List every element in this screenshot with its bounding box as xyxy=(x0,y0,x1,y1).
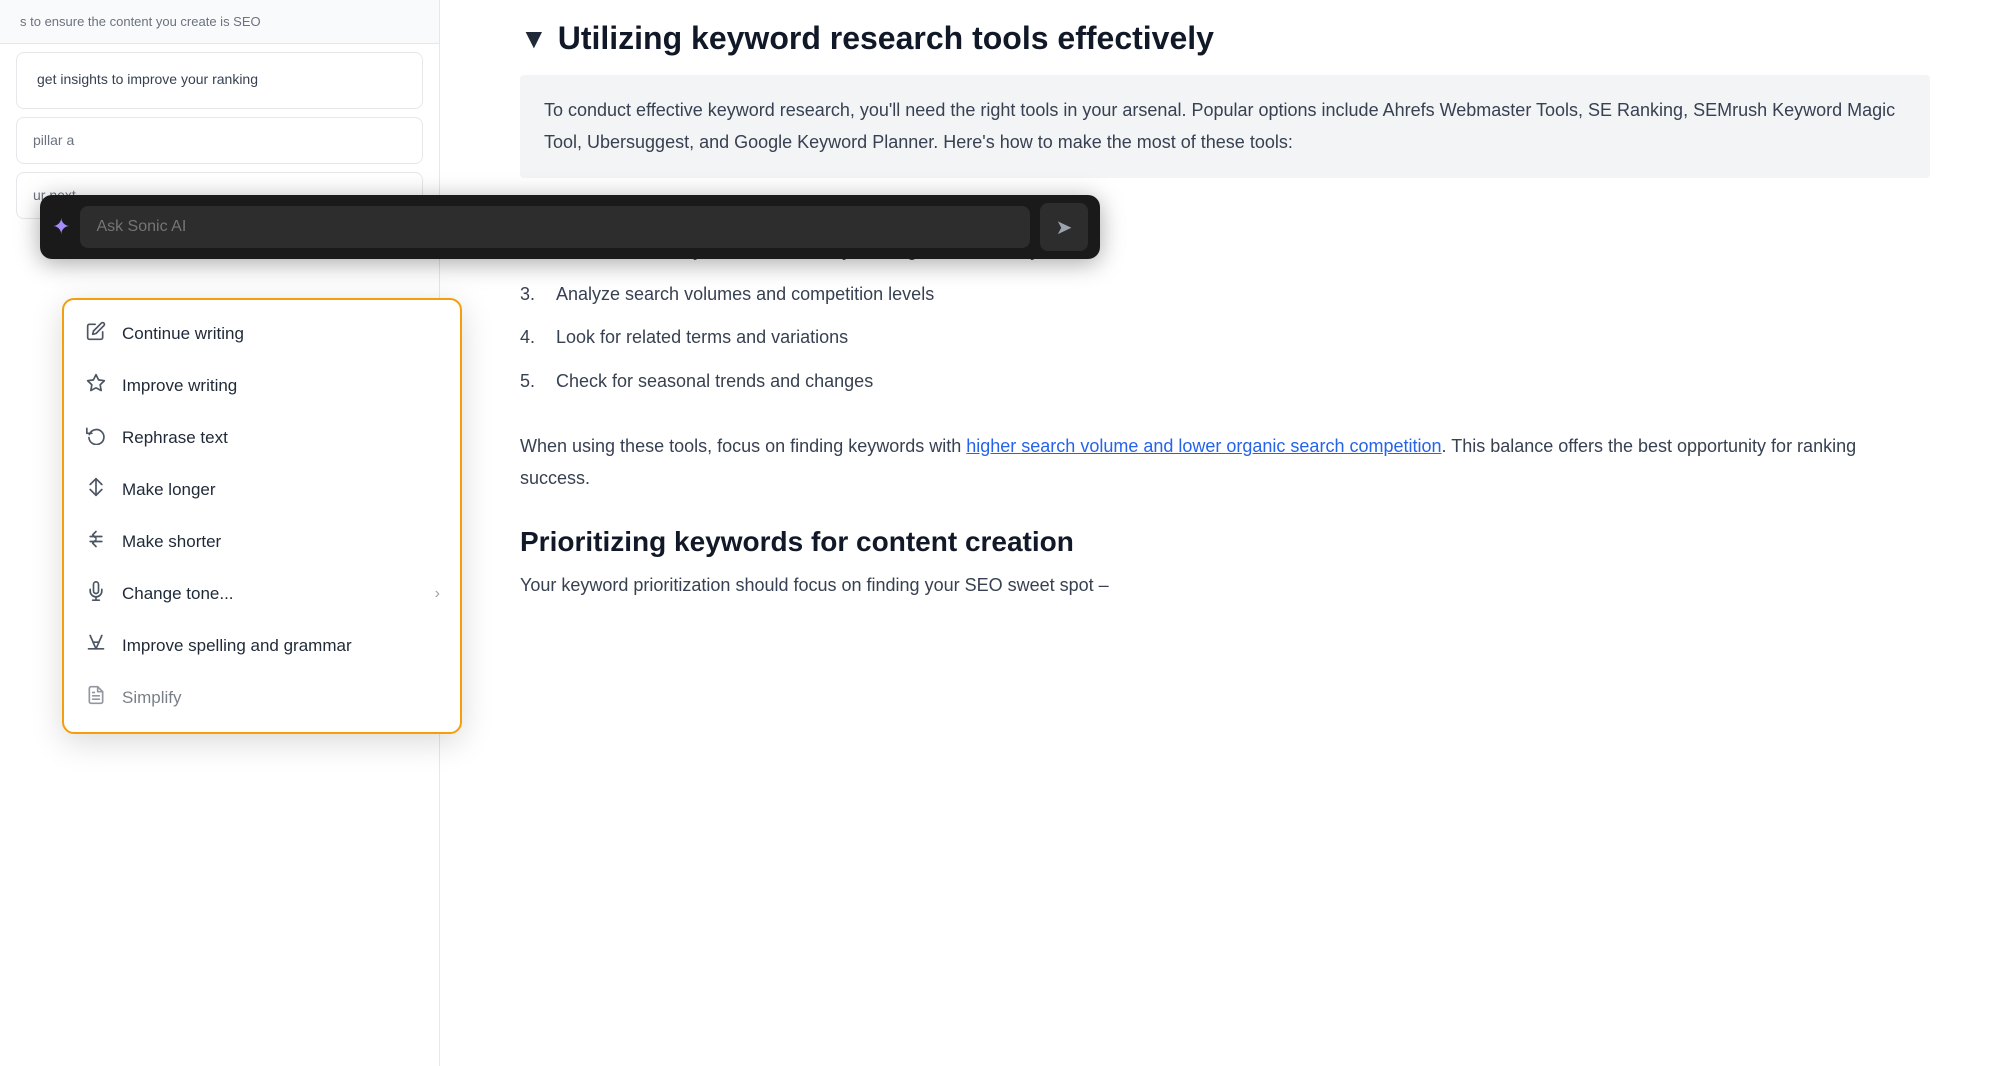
make-shorter-label: Make shorter xyxy=(122,532,440,552)
ai-dropdown-menu: Continue writing Improve writing Rephras… xyxy=(62,298,462,734)
dropdown-item-continue-writing[interactable]: Continue writing xyxy=(64,308,460,360)
sidebar-top-text: s to ensure the content you create is SE… xyxy=(20,14,261,29)
dropdown-item-improve-writing[interactable]: Improve writing xyxy=(64,360,460,412)
intro-paragraph: To conduct effective keyword research, y… xyxy=(520,75,1930,178)
section2-intro: Your keyword prioritization should focus… xyxy=(520,570,1930,602)
main-heading: ▼ Utilizing keyword research tools effec… xyxy=(520,20,1930,57)
sidebar-insights-card: get insights to improve your ranking xyxy=(16,52,423,109)
dropdown-item-improve-spelling[interactable]: Improve spelling and grammar xyxy=(64,620,460,672)
dropdown-item-rephrase-text[interactable]: Rephrase text xyxy=(64,412,460,464)
pencil-icon xyxy=(84,321,108,347)
list-item: 4. Look for related terms and variations xyxy=(520,316,1930,360)
list-item: 3. Analyze search volumes and competitio… xyxy=(520,273,1930,317)
sidebar-top-card: s to ensure the content you create is SE… xyxy=(0,0,439,44)
continue-writing-label: Continue writing xyxy=(122,324,440,344)
chevron-right-icon: › xyxy=(435,585,440,603)
lower-para-before-link: When using these tools, focus on finding… xyxy=(520,436,966,456)
dropdown-item-simplify[interactable]: Simplify xyxy=(64,672,460,724)
sidebar-pillar-text: pillar a xyxy=(33,132,74,148)
make-longer-icon xyxy=(84,477,108,503)
make-longer-label: Make longer xyxy=(122,480,440,500)
main-content-area: ▼ Utilizing keyword research tools effec… xyxy=(440,0,1990,1066)
dropdown-item-change-tone[interactable]: Change tone... › xyxy=(64,568,460,620)
sidebar-insights-text: get insights to improve your ranking xyxy=(37,71,258,87)
dropdown-item-make-shorter[interactable]: Make shorter xyxy=(64,516,460,568)
intro-paragraph-text: To conduct effective keyword research, y… xyxy=(544,100,1895,152)
dropdown-item-make-longer[interactable]: Make longer xyxy=(64,464,460,516)
search-volume-link[interactable]: higher search volume and lower organic s… xyxy=(966,436,1441,456)
ai-prompt-submit-button[interactable]: ➤ xyxy=(1040,203,1088,251)
rephrase-icon xyxy=(84,425,108,451)
heading-text: Utilizing keyword research tools effecti… xyxy=(558,20,1214,57)
change-tone-label: Change tone... xyxy=(122,584,421,604)
lower-paragraph: When using these tools, focus on finding… xyxy=(520,431,1930,494)
ai-prompt-bar: ✦ ➤ xyxy=(40,195,1100,259)
submit-arrow-icon: ➤ xyxy=(1056,215,1073,240)
improve-spelling-label: Improve spelling and grammar xyxy=(122,636,440,656)
microphone-icon xyxy=(84,581,108,607)
sonic-ai-icon: ✦ xyxy=(52,214,70,240)
simplify-icon xyxy=(84,685,108,711)
rephrase-text-label: Rephrase text xyxy=(122,428,440,448)
sidebar-pillar-card: pillar a xyxy=(16,117,423,164)
ai-prompt-input[interactable] xyxy=(80,206,1030,248)
spelling-icon xyxy=(84,633,108,659)
simplify-label: Simplify xyxy=(122,688,440,708)
improve-writing-label: Improve writing xyxy=(122,376,440,396)
section2-heading: Prioritizing keywords for content creati… xyxy=(520,526,1930,558)
heading-icon: ▼ xyxy=(520,23,548,55)
sparkles-icon xyxy=(84,373,108,399)
list-item: 5. Check for seasonal trends and changes xyxy=(520,360,1930,404)
make-shorter-icon xyxy=(84,529,108,555)
